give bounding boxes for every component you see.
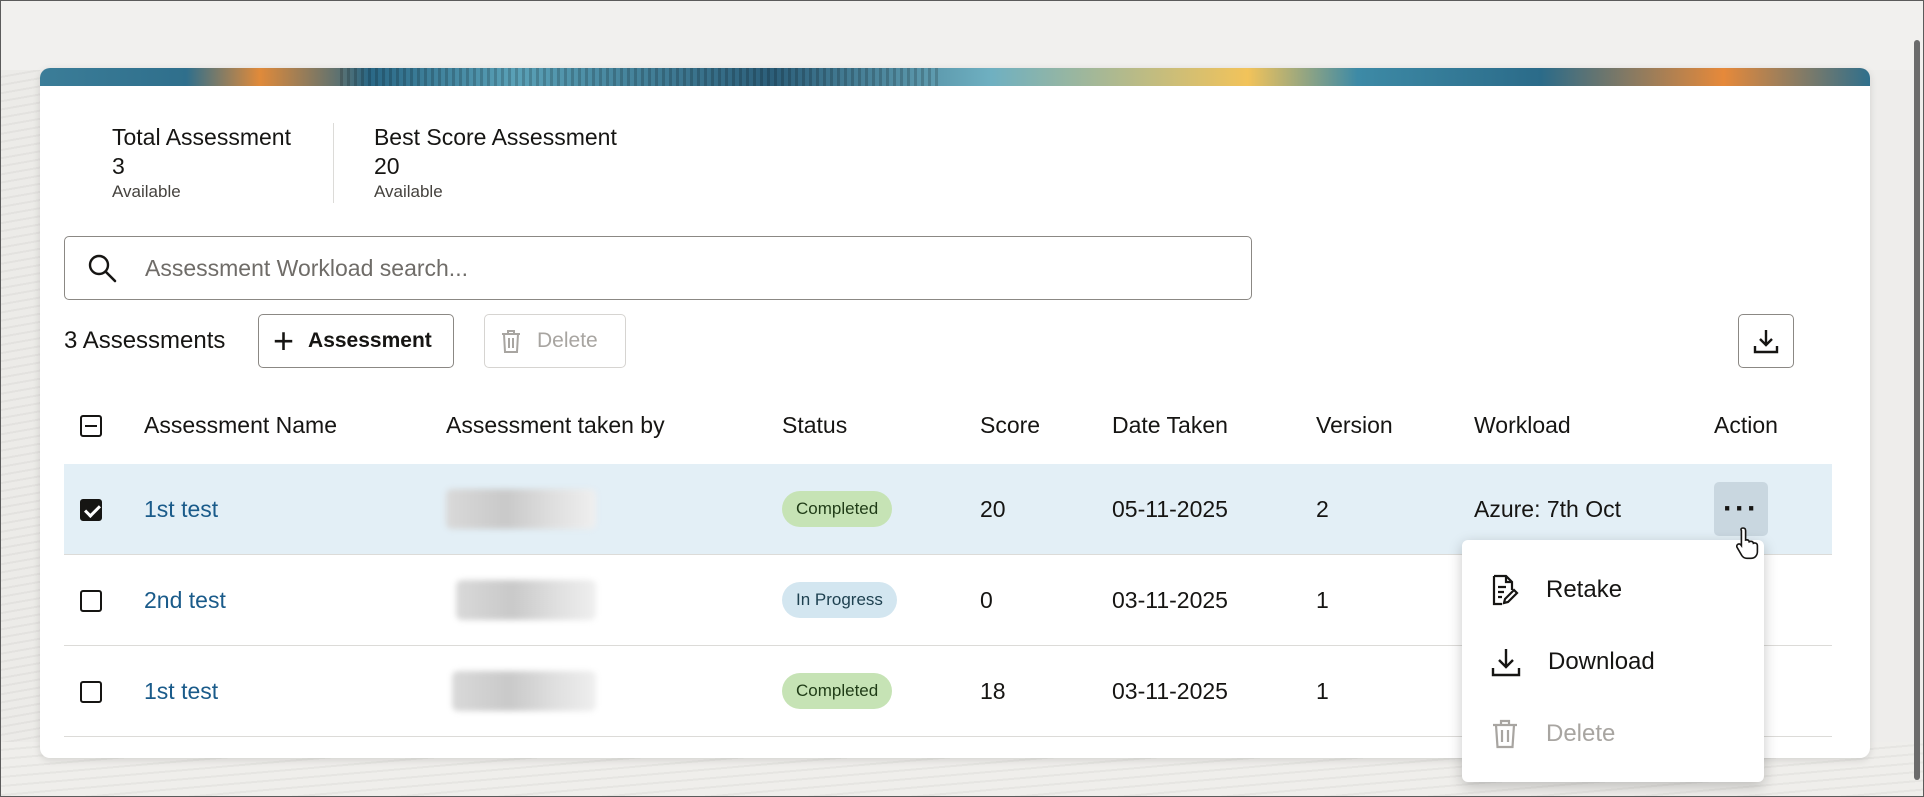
assessment-name-cell: 2nd test xyxy=(144,554,446,646)
version-cell: 1 xyxy=(1316,554,1474,646)
stat-label: Total Assessment xyxy=(112,124,291,150)
menu-item-retake[interactable]: Retake xyxy=(1462,554,1764,626)
date-cell: 03-11-2025 xyxy=(1112,554,1316,646)
search-input[interactable] xyxy=(143,253,1251,283)
col-assessment-name[interactable]: Assessment Name xyxy=(144,386,446,464)
menu-item-label: Download xyxy=(1548,648,1655,675)
row-select-cell xyxy=(64,464,144,555)
row-checkbox[interactable] xyxy=(80,681,102,704)
delete-label: Delete xyxy=(537,329,598,352)
menu-item-download[interactable]: Download xyxy=(1462,626,1764,698)
version-cell: 1 xyxy=(1316,645,1474,737)
table-header-row: Assessment Name Assessment taken by Stat… xyxy=(64,386,1832,464)
search-icon xyxy=(88,254,117,283)
status-cell: Completed xyxy=(782,645,980,737)
select-all-cell xyxy=(64,386,144,464)
status-badge: Completed xyxy=(782,491,893,527)
row-action-menu: Retake Download Delete xyxy=(1462,540,1764,782)
trash-icon xyxy=(1493,719,1517,749)
redacted-user xyxy=(456,580,596,620)
taken-by-cell xyxy=(446,645,782,737)
status-badge: In Progress xyxy=(782,582,897,618)
select-all-checkbox[interactable] xyxy=(80,415,102,438)
assessment-name-link[interactable]: 1st test xyxy=(144,496,218,522)
assessment-name-cell: 1st test xyxy=(144,645,446,737)
status-badge: Completed xyxy=(782,673,893,709)
version-cell: 2 xyxy=(1316,464,1474,555)
taken-by-cell xyxy=(446,464,782,555)
more-horizontal-icon: ··· xyxy=(1723,492,1759,525)
background-texture xyxy=(0,70,40,797)
export-button[interactable] xyxy=(1738,314,1794,368)
download-icon xyxy=(1491,649,1521,677)
score-cell: 20 xyxy=(980,464,1112,555)
assessment-count: 3 Assessments xyxy=(64,327,226,354)
score-cell: 18 xyxy=(980,645,1112,737)
toolbar: 3 Assessments + Assessment Delete xyxy=(64,314,1836,368)
col-action: Action xyxy=(1714,411,1778,438)
redacted-user xyxy=(446,489,596,529)
assessment-name-cell: 1st test xyxy=(144,464,446,555)
menu-item-delete[interactable]: Delete xyxy=(1462,698,1764,770)
col-version[interactable]: Version xyxy=(1316,386,1474,464)
stat-sub: Available xyxy=(112,182,181,201)
date-cell: 05-11-2025 xyxy=(1112,464,1316,555)
row-select-cell xyxy=(64,554,144,646)
card-banner xyxy=(40,68,1870,86)
document-edit-icon xyxy=(1492,574,1519,606)
taken-by-cell xyxy=(446,554,782,646)
col-date-taken[interactable]: Date Taken xyxy=(1112,386,1316,464)
add-assessment-button[interactable]: + Assessment xyxy=(258,314,454,368)
row-checkbox[interactable] xyxy=(80,499,102,522)
download-icon xyxy=(1753,330,1779,354)
hand-cursor-icon xyxy=(1735,527,1759,560)
assessment-name-link[interactable]: 2nd test xyxy=(144,587,226,613)
stat-value: 3 xyxy=(112,153,125,179)
col-taken-by[interactable]: Assessment taken by xyxy=(446,386,782,464)
stat-value: 20 xyxy=(373,153,400,179)
assessment-name-link[interactable]: 1st test xyxy=(144,678,218,704)
stat-label: Best Score Assessment xyxy=(373,124,617,150)
stat-total-assessment: Total Assessment 3 Available xyxy=(112,123,334,203)
status-cell: Completed xyxy=(782,464,980,555)
plus-icon: + xyxy=(273,320,295,361)
date-cell: 03-11-2025 xyxy=(1112,645,1316,737)
stats-row: Total Assessment 3 Available Best Score … xyxy=(112,123,657,203)
col-status[interactable]: Status xyxy=(782,386,980,464)
add-assessment-label: Assessment xyxy=(308,329,432,352)
stat-best-score: Best Score Assessment 20 Available xyxy=(334,123,657,203)
top-background xyxy=(0,0,1924,70)
col-workload[interactable]: Workload xyxy=(1474,386,1714,464)
scrollbar-thumb[interactable] xyxy=(1914,40,1920,780)
delete-button[interactable]: Delete xyxy=(484,314,626,368)
row-select-cell xyxy=(64,645,144,737)
trash-icon xyxy=(502,330,520,353)
stat-sub: Available xyxy=(373,182,443,201)
menu-item-label: Retake xyxy=(1546,576,1623,603)
status-cell: In Progress xyxy=(782,554,980,646)
row-checkbox[interactable] xyxy=(80,590,102,613)
score-cell: 0 xyxy=(980,554,1112,646)
col-score[interactable]: Score xyxy=(980,386,1112,464)
page-scrollbar[interactable] xyxy=(1912,30,1922,790)
search-box[interactable] xyxy=(64,236,1252,300)
menu-item-label: Delete xyxy=(1546,720,1616,747)
redacted-user xyxy=(452,671,596,711)
